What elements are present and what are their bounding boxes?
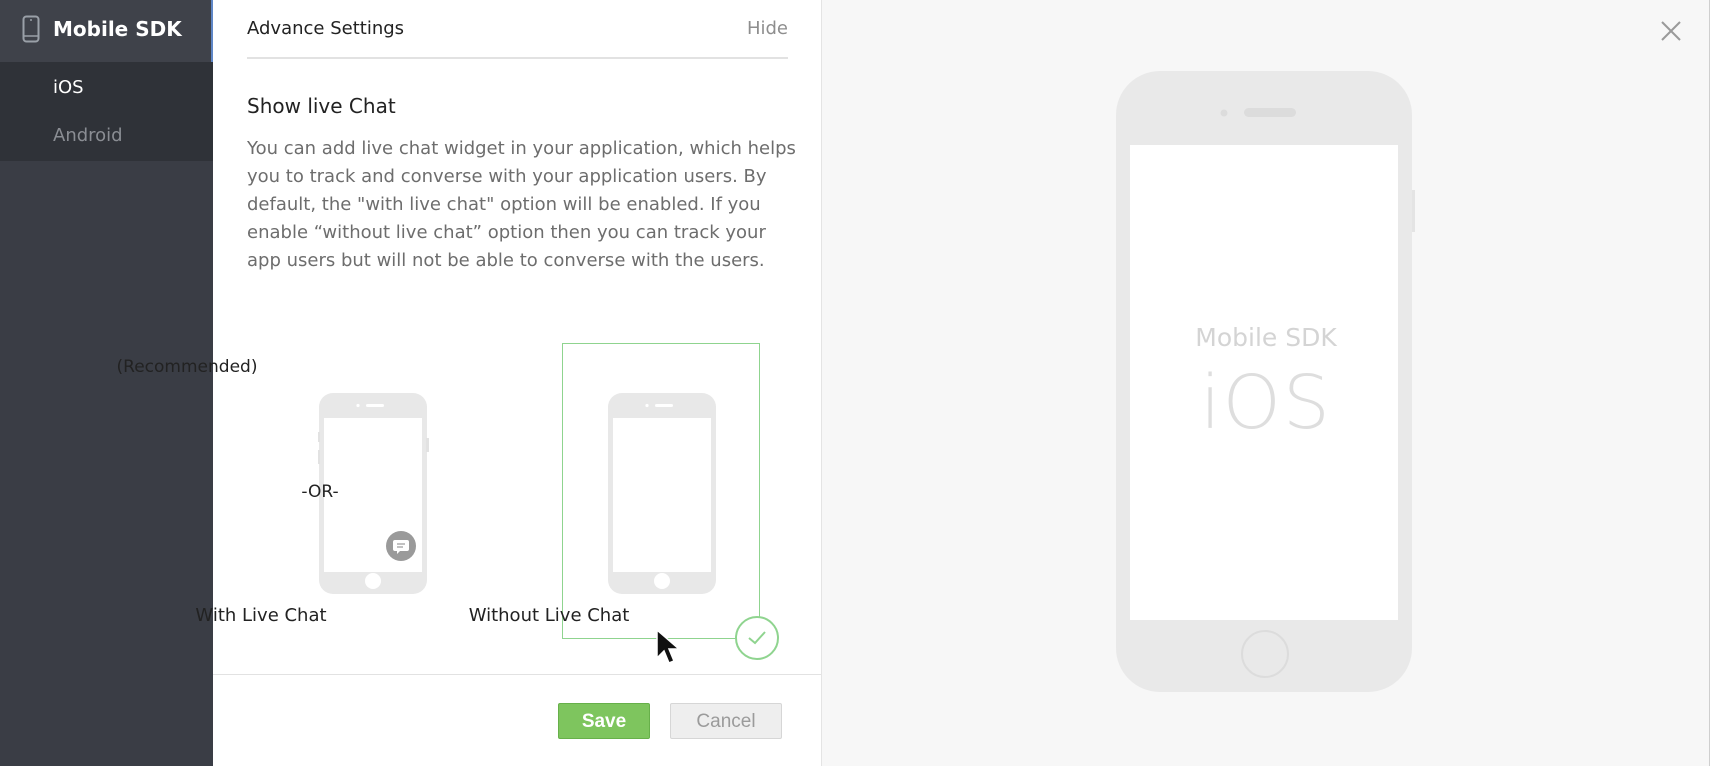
section-description: You can add live chat widget in your app…: [247, 138, 796, 271]
sidebar-item-android[interactable]: Android: [53, 125, 123, 146]
cancel-button[interactable]: Cancel: [670, 703, 782, 739]
panel-title: Advance Settings: [247, 18, 405, 39]
sidebar-submenu: [0, 62, 213, 161]
sidebar-header[interactable]: Mobile SDK: [0, 0, 213, 62]
option-without-live-chat-label: Without Live Chat: [468, 605, 630, 626]
chat-bubble-icon: [386, 531, 416, 561]
save-button[interactable]: Save: [558, 703, 650, 739]
sidebar-item-ios[interactable]: iOS: [53, 77, 84, 98]
option-with-live-chat-label: With Live Chat: [195, 605, 327, 626]
sidebar-title: Mobile SDK: [53, 17, 182, 41]
recommended-label: (Recommended): [116, 357, 258, 377]
preview-platform: iOS: [1200, 360, 1332, 446]
phone-icon: [22, 15, 40, 47]
footer-divider: [213, 674, 821, 675]
hide-link[interactable]: Hide: [747, 18, 788, 39]
checkmark-icon: [735, 616, 779, 660]
divider: [247, 57, 788, 59]
sidebar: Mobile SDK iOS Android: [0, 0, 213, 766]
section-title: Show live Chat: [247, 94, 396, 118]
or-separator: -OR-: [301, 482, 339, 502]
phone-without-chat-illustration: [608, 393, 716, 594]
close-icon[interactable]: [1660, 20, 1682, 46]
mouse-cursor-icon: [656, 628, 682, 664]
preview-title: Mobile SDK: [1195, 323, 1337, 352]
